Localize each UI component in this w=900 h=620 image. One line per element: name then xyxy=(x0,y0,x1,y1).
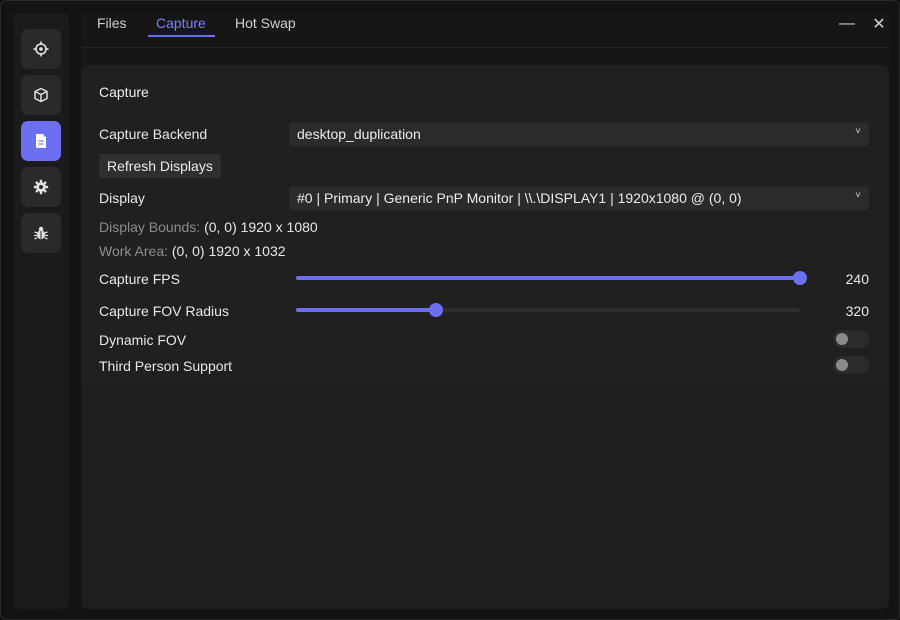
refresh-displays-button[interactable]: Refresh Displays xyxy=(99,154,221,178)
work-area-key: Work Area: xyxy=(99,243,168,259)
dynamic-fov-label: Dynamic FOV xyxy=(99,332,187,348)
sidebar xyxy=(13,13,69,609)
sidebar-item-debug[interactable] xyxy=(21,213,61,253)
section-title: Capture xyxy=(99,84,149,100)
sidebar-item-settings[interactable] xyxy=(21,167,61,207)
capture-backend-value: desktop_duplication xyxy=(297,126,421,142)
chevron-down-icon: ˅ xyxy=(855,126,861,137)
slider-thumb[interactable] xyxy=(793,271,807,285)
toggle-knob xyxy=(836,359,848,371)
slider-thumb[interactable] xyxy=(429,303,444,317)
display-label: Display xyxy=(99,190,145,206)
active-tab-indicator xyxy=(148,35,215,37)
display-bounds: Display Bounds: (0, 0) 1920 x 1080 xyxy=(99,219,318,235)
sidebar-item-targeting[interactable] xyxy=(21,29,61,69)
gear-icon xyxy=(33,179,49,195)
bug-icon xyxy=(34,226,48,240)
settings-card: Capture Capture Backend desktop_duplicat… xyxy=(81,65,889,609)
capture-fps-slider[interactable] xyxy=(296,271,807,285)
display-bounds-value: (0, 0) 1920 x 1080 xyxy=(204,219,318,235)
crosshair-icon xyxy=(33,41,49,57)
capture-fov-label: Capture FOV Radius xyxy=(99,303,229,319)
capture-backend-label: Capture Backend xyxy=(99,126,208,142)
display-select[interactable]: #0 | Primary | Generic PnP Monitor | \\.… xyxy=(289,186,869,210)
cube-icon xyxy=(34,87,48,103)
capture-fps-label: Capture FPS xyxy=(99,271,180,287)
document-icon xyxy=(36,134,46,148)
sidebar-item-capture[interactable] xyxy=(21,121,61,161)
dynamic-fov-toggle[interactable] xyxy=(833,330,869,348)
display-value: #0 | Primary | Generic PnP Monitor | \\.… xyxy=(297,190,742,206)
capture-section: Capture Capture Backend desktop_duplicat… xyxy=(81,65,889,389)
capture-fps-value: 240 xyxy=(845,271,869,287)
minimize-button[interactable]: — xyxy=(836,13,858,35)
work-area: Work Area: (0, 0) 1920 x 1032 xyxy=(99,243,286,259)
tab-files[interactable]: Files xyxy=(97,15,127,37)
chevron-down-icon: ˅ xyxy=(855,190,861,201)
app-window: Files Capture Hot Swap — ✕ Capture Captu… xyxy=(0,0,900,620)
sidebar-item-models[interactable] xyxy=(21,75,61,115)
third-person-label: Third Person Support xyxy=(99,358,233,374)
tab-hot-swap[interactable]: Hot Swap xyxy=(235,15,296,37)
capture-fov-value: 320 xyxy=(845,303,869,319)
toggle-knob xyxy=(836,333,848,345)
slider-fill xyxy=(296,308,437,312)
display-bounds-key: Display Bounds: xyxy=(99,219,201,235)
tab-capture[interactable]: Capture xyxy=(156,15,206,37)
main-panel: Files Capture Hot Swap — ✕ Capture Captu… xyxy=(81,13,889,609)
slider-fill xyxy=(296,276,800,280)
capture-fov-slider[interactable] xyxy=(296,303,800,317)
work-area-value: (0, 0) 1920 x 1032 xyxy=(171,243,286,259)
capture-backend-select[interactable]: desktop_duplication ˅ xyxy=(289,122,869,146)
third-person-toggle[interactable] xyxy=(833,356,869,374)
close-button[interactable]: ✕ xyxy=(868,13,890,35)
tab-bar: Files Capture Hot Swap — ✕ xyxy=(81,13,889,48)
